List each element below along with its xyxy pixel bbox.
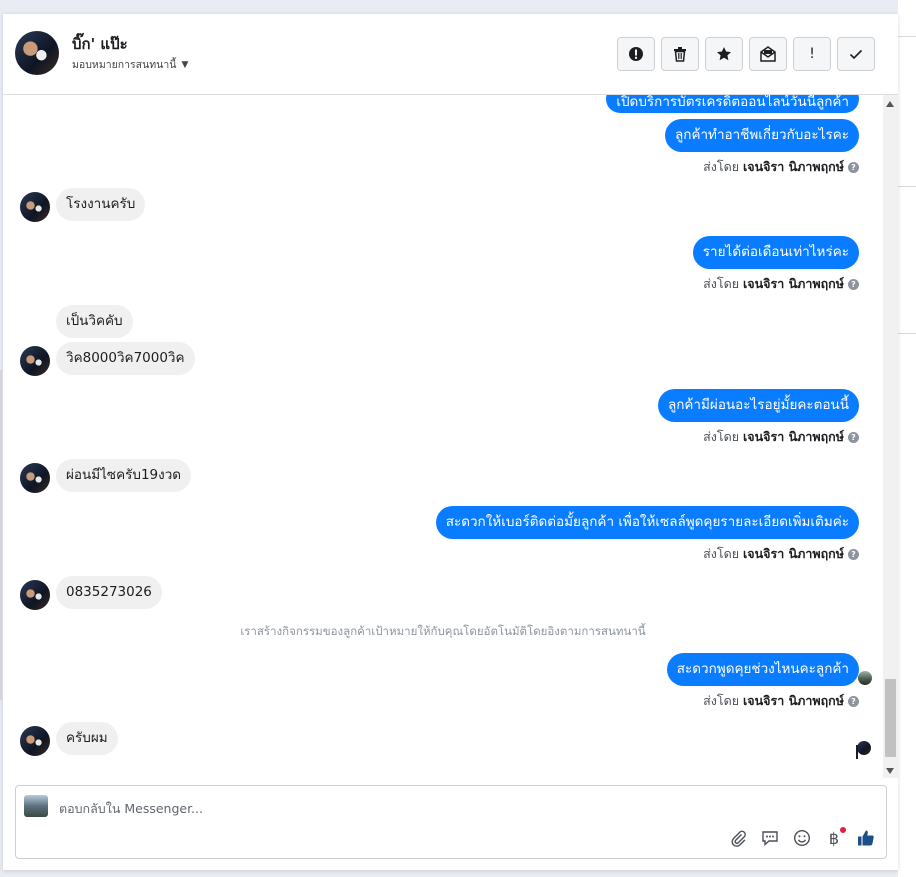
- scroll-up-arrow-icon[interactable]: [886, 101, 894, 107]
- thumbs-up-icon: [858, 830, 874, 846]
- page-avatar: [24, 795, 48, 817]
- sent-by-agent: เจนจิรา นิภาพฤกษ์: [743, 159, 844, 174]
- scroll-thumb[interactable]: [885, 679, 896, 757]
- message-outgoing[interactable]: สะดวกให้เบอร์ติดต่อมั้ยลูกค้า เพื่อให้เซ…: [435, 506, 859, 539]
- help-icon[interactable]: ?: [848, 161, 859, 173]
- message-outgoing[interactable]: ลูกค้ามีผ่อนอะไรอยู่มั้ยคะตอนนี้: [657, 389, 859, 422]
- assign-label: มอบหมายการสนทนานี้: [72, 59, 177, 71]
- delete-button[interactable]: [661, 37, 699, 71]
- sent-by-prefix: ส่งโดย: [703, 546, 740, 561]
- sent-by-agent: เจนจิรา นิภาพฤกษ์: [743, 429, 844, 444]
- sent-by-label: ส่งโดย เจนจิรา นิภาพฤกษ์ ?: [703, 274, 859, 294]
- sent-by-prefix: ส่งโดย: [703, 276, 740, 291]
- star-button[interactable]: [705, 37, 743, 71]
- paperclip-icon: [731, 830, 746, 847]
- contact-avatar-small: [20, 726, 50, 756]
- caret-down-icon: ▼: [181, 59, 189, 70]
- message-outgoing[interactable]: เปิดบริการบัตรเครดิตออนไลน์วันนี้ลูกค้า: [606, 95, 859, 113]
- message-outgoing[interactable]: รายได้ต่อเดือนเท่าไหร่คะ: [692, 236, 859, 269]
- contact-avatar[interactable]: [15, 31, 59, 75]
- star-icon: [717, 47, 731, 61]
- system-note: เราสร้างกิจกรรมของลูกค้าเป้าหมายให้กับคุ…: [240, 624, 646, 638]
- conversation-panel: บิ๊ก' แป๊ะ มอบหมายการสนทนานี้ ▼ ! เปิดบร…: [3, 14, 898, 870]
- message-incoming[interactable]: ครับผม: [56, 722, 118, 755]
- text-cursor: [856, 745, 858, 759]
- message-incoming[interactable]: วิค8000วิค7000วิค: [56, 342, 195, 375]
- scroll-down-arrow-icon[interactable]: [886, 768, 894, 774]
- message-scrollbar[interactable]: [883, 95, 898, 778]
- message-incoming[interactable]: เป็นวิคคับ: [56, 305, 133, 338]
- right-background-panel: [898, 0, 916, 877]
- help-icon[interactable]: ?: [848, 278, 859, 290]
- sent-by-prefix: ส่งโดย: [703, 693, 740, 708]
- contact-name[interactable]: บิ๊ก' แป๊ะ: [72, 32, 128, 56]
- sent-by-agent: เจนจิรา นิภาพฤกษ์: [743, 546, 844, 561]
- envelope-open-icon: [760, 46, 776, 62]
- conversation-header: บิ๊ก' แป๊ะ มอบหมายการสนทนานี้ ▼ !: [3, 14, 898, 95]
- help-icon[interactable]: ?: [848, 695, 859, 707]
- like-button[interactable]: [856, 828, 876, 848]
- sent-by-agent: เจนจิรา นิภาพฤกษ์: [743, 693, 844, 708]
- attach-file-button[interactable]: [728, 828, 748, 848]
- exclamation-icon: !: [809, 46, 815, 62]
- seen-avatar: [858, 671, 872, 685]
- assign-conversation-dropdown[interactable]: มอบหมายการสนทนานี้ ▼: [72, 56, 188, 73]
- message-outgoing[interactable]: ลูกค้าทำอาชีพเกี่ยวกับอะไรคะ: [665, 119, 859, 152]
- spam-button[interactable]: [617, 37, 655, 71]
- sent-by-label: ส่งโดย เจนจิรา นิภาพฤกษ์ ?: [703, 691, 859, 711]
- mark-unread-button[interactable]: [749, 37, 787, 71]
- reply-composer: ฿: [15, 785, 887, 859]
- saved-replies-button[interactable]: [760, 828, 780, 848]
- contact-seen-avatar: [857, 741, 871, 755]
- message-outgoing[interactable]: สะดวกพูดคุยช่วงไหนคะลูกค้า: [666, 653, 859, 686]
- left-edge-divider: [0, 370, 2, 700]
- help-icon[interactable]: ?: [848, 548, 859, 560]
- done-button[interactable]: [837, 37, 875, 71]
- composer-tools: ฿: [728, 827, 876, 848]
- message-incoming[interactable]: ผ่อนมีไซครับ19งวด: [56, 459, 192, 492]
- sent-by-agent: เจนจิรา นิภาพฤกษ์: [743, 276, 844, 291]
- baht-icon: ฿: [828, 828, 840, 848]
- sent-by-prefix: ส่งโดย: [703, 429, 740, 444]
- chat-bubble-icon: [762, 831, 778, 847]
- sent-by-prefix: ส่งโดย: [703, 159, 740, 174]
- message-thread[interactable]: เปิดบริการบัตรเครดิตออนไลน์วันนี้ลูกค้า …: [3, 95, 883, 778]
- notification-dot: [840, 827, 846, 833]
- emoji-button[interactable]: [792, 828, 812, 848]
- sent-by-label: ส่งโดย เจนจิรา นิภาพฤกษ์ ?: [703, 157, 859, 177]
- contact-avatar-small: [20, 463, 50, 493]
- conversation-toolbar: !: [617, 37, 875, 71]
- reply-input[interactable]: [59, 799, 759, 817]
- message-incoming[interactable]: โรงงานครับ: [56, 188, 146, 221]
- exclamation-circle-icon: [629, 47, 643, 61]
- message-incoming[interactable]: 0835273026: [56, 576, 162, 609]
- payment-button[interactable]: ฿: [824, 827, 846, 848]
- smiley-icon: [793, 829, 811, 847]
- sent-by-label: ส่งโดย เจนจิรา นิภาพฤกษ์ ?: [703, 427, 859, 447]
- contact-avatar-small: [20, 580, 50, 610]
- check-icon: [849, 49, 863, 60]
- sent-by-label: ส่งโดย เจนจิรา นิภาพฤกษ์ ?: [703, 544, 859, 564]
- follow-up-button[interactable]: !: [793, 37, 831, 71]
- contact-avatar-small: [20, 346, 50, 376]
- trash-icon: [674, 47, 686, 62]
- help-icon[interactable]: ?: [848, 431, 859, 443]
- contact-avatar-small: [20, 192, 50, 222]
